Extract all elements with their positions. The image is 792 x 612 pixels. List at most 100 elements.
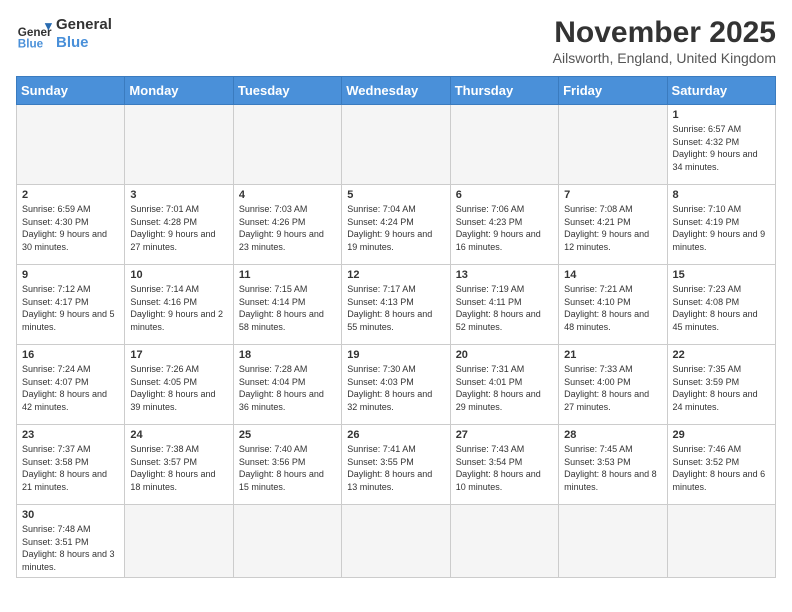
day-number: 2: [22, 189, 119, 201]
day-info: Sunrise: 7:46 AMSunset: 3:52 PMDaylight:…: [673, 443, 770, 493]
day-number: 1: [673, 109, 770, 121]
calendar-cell: 24 Sunrise: 7:38 AMSunset: 3:57 PMDayligh…: [125, 425, 233, 505]
month-title: November 2025: [553, 16, 776, 50]
day-number: 24: [130, 429, 227, 441]
day-info: Sunrise: 7:33 AMSunset: 4:00 PMDaylight:…: [564, 363, 661, 413]
calendar-cell: 13 Sunrise: 7:19 AMSunset: 4:11 PMDayligh…: [450, 265, 558, 345]
calendar-cell: 7 Sunrise: 7:08 AMSunset: 4:21 PMDaylight…: [559, 185, 667, 265]
day-number: 27: [456, 429, 553, 441]
calendar-cell: 4 Sunrise: 7:03 AMSunset: 4:26 PMDaylight…: [233, 185, 341, 265]
calendar-cell: [559, 505, 667, 578]
day-number: 5: [347, 189, 444, 201]
day-number: 12: [347, 269, 444, 281]
calendar-cell: 5 Sunrise: 7:04 AMSunset: 4:24 PMDaylight…: [342, 185, 450, 265]
day-info: Sunrise: 7:28 AMSunset: 4:04 PMDaylight:…: [239, 363, 336, 413]
day-number: 4: [239, 189, 336, 201]
day-info: Sunrise: 7:14 AMSunset: 4:16 PMDaylight:…: [130, 283, 227, 333]
calendar-cell: [125, 105, 233, 185]
calendar-cell: 26Sunrise: 7:41 AMSunset: 3:55 PMDayligh…: [342, 425, 450, 505]
day-number: 15: [673, 269, 770, 281]
calendar-cell: 20 Sunrise: 7:31 AMSunset: 4:01 PMDayligh…: [450, 345, 558, 425]
logo-icon: General Blue: [16, 16, 52, 52]
calendar-cell: 2 Sunrise: 6:59 AMSunset: 4:30 PMDaylight…: [17, 185, 125, 265]
calendar-cell: [17, 105, 125, 185]
calendar-cell: 25 Sunrise: 7:40 AMSunset: 3:56 PMDayligh…: [233, 425, 341, 505]
day-number: 6: [456, 189, 553, 201]
calendar-cell: [559, 105, 667, 185]
day-number: 20: [456, 349, 553, 361]
day-info: Sunrise: 6:59 AMSunset: 4:30 PMDaylight:…: [22, 203, 119, 253]
calendar-week-2: 9 Sunrise: 7:12 AMSunset: 4:17 PMDaylight…: [17, 265, 776, 345]
calendar-cell: 28 Sunrise: 7:45 AMSunset: 3:53 PMDayligh…: [559, 425, 667, 505]
calendar-cell: 30Sunrise: 7:48 AMSunset: 3:51 PMDayligh…: [17, 505, 125, 578]
day-number: 25: [239, 429, 336, 441]
day-info: Sunrise: 7:40 AMSunset: 3:56 PMDaylight:…: [239, 443, 336, 493]
calendar-week-5: 30Sunrise: 7:48 AMSunset: 3:51 PMDayligh…: [17, 505, 776, 578]
calendar-week-3: 16Sunrise: 7:24 AMSunset: 4:07 PMDayligh…: [17, 345, 776, 425]
day-info: Sunrise: 7:41 AMSunset: 3:55 PMDaylight:…: [347, 443, 444, 493]
header-row: Sunday Monday Tuesday Wednesday Thursday…: [17, 77, 776, 105]
calendar-cell: 15 Sunrise: 7:23 AMSunset: 4:08 PMDayligh…: [667, 265, 775, 345]
calendar-cell: 3 Sunrise: 7:01 AMSunset: 4:28 PMDaylight…: [125, 185, 233, 265]
calendar-cell: 17Sunrise: 7:26 AMSunset: 4:05 PMDayligh…: [125, 345, 233, 425]
day-info: Sunrise: 7:23 AMSunset: 4:08 PMDaylight:…: [673, 283, 770, 333]
day-number: 17: [130, 349, 227, 361]
day-info: Sunrise: 7:19 AMSunset: 4:11 PMDaylight:…: [456, 283, 553, 333]
logo-blue: Blue: [56, 34, 112, 52]
day-number: 14: [564, 269, 661, 281]
day-number: 3: [130, 189, 227, 201]
day-info: Sunrise: 7:21 AMSunset: 4:10 PMDaylight:…: [564, 283, 661, 333]
calendar-week-4: 23Sunrise: 7:37 AMSunset: 3:58 PMDayligh…: [17, 425, 776, 505]
logo-general: General: [56, 16, 112, 34]
calendar-cell: 19Sunrise: 7:30 AMSunset: 4:03 PMDayligh…: [342, 345, 450, 425]
day-info: Sunrise: 7:04 AMSunset: 4:24 PMDaylight:…: [347, 203, 444, 253]
calendar-cell: 29 Sunrise: 7:46 AMSunset: 3:52 PMDayligh…: [667, 425, 775, 505]
day-info: Sunrise: 7:35 AMSunset: 3:59 PMDaylight:…: [673, 363, 770, 413]
day-number: 28: [564, 429, 661, 441]
calendar-cell: 1 Sunrise: 6:57 AMSunset: 4:32 PMDaylight…: [667, 105, 775, 185]
calendar-cell: 11Sunrise: 7:15 AMSunset: 4:14 PMDayligh…: [233, 265, 341, 345]
day-info: Sunrise: 7:06 AMSunset: 4:23 PMDaylight:…: [456, 203, 553, 253]
calendar-week-1: 2 Sunrise: 6:59 AMSunset: 4:30 PMDaylight…: [17, 185, 776, 265]
day-number: 30: [22, 509, 119, 521]
day-number: 13: [456, 269, 553, 281]
day-info: Sunrise: 7:24 AMSunset: 4:07 PMDaylight:…: [22, 363, 119, 413]
calendar-cell: 21 Sunrise: 7:33 AMSunset: 4:00 PMDayligh…: [559, 345, 667, 425]
day-number: 9: [22, 269, 119, 281]
day-info: Sunrise: 7:31 AMSunset: 4:01 PMDaylight:…: [456, 363, 553, 413]
day-info: Sunrise: 7:30 AMSunset: 4:03 PMDaylight:…: [347, 363, 444, 413]
day-info: Sunrise: 7:12 AMSunset: 4:17 PMDaylight:…: [22, 283, 119, 333]
calendar-cell: [342, 505, 450, 578]
calendar-cell: [667, 505, 775, 578]
col-wednesday: Wednesday: [342, 77, 450, 105]
calendar-cell: 8Sunrise: 7:10 AMSunset: 4:19 PMDaylight…: [667, 185, 775, 265]
calendar-cell: 6 Sunrise: 7:06 AMSunset: 4:23 PMDaylight…: [450, 185, 558, 265]
page-header: General Blue General Blue November 2025 …: [16, 16, 776, 66]
calendar-week-0: 1 Sunrise: 6:57 AMSunset: 4:32 PMDaylight…: [17, 105, 776, 185]
day-number: 22: [673, 349, 770, 361]
calendar-cell: [450, 505, 558, 578]
title-area: November 2025 Ailsworth, England, United…: [553, 16, 776, 66]
calendar-cell: 14 Sunrise: 7:21 AMSunset: 4:10 PMDayligh…: [559, 265, 667, 345]
day-number: 21: [564, 349, 661, 361]
calendar-cell: [125, 505, 233, 578]
calendar-cell: [233, 105, 341, 185]
day-info: Sunrise: 6:57 AMSunset: 4:32 PMDaylight:…: [673, 123, 770, 173]
day-number: 10: [130, 269, 227, 281]
day-number: 7: [564, 189, 661, 201]
calendar-cell: 16Sunrise: 7:24 AMSunset: 4:07 PMDayligh…: [17, 345, 125, 425]
calendar-cell: 27Sunrise: 7:43 AMSunset: 3:54 PMDayligh…: [450, 425, 558, 505]
day-info: Sunrise: 7:38 AMSunset: 3:57 PMDaylight:…: [130, 443, 227, 493]
col-friday: Friday: [559, 77, 667, 105]
col-monday: Monday: [125, 77, 233, 105]
col-tuesday: Tuesday: [233, 77, 341, 105]
day-info: Sunrise: 7:01 AMSunset: 4:28 PMDaylight:…: [130, 203, 227, 253]
day-info: Sunrise: 7:03 AMSunset: 4:26 PMDaylight:…: [239, 203, 336, 253]
day-number: 29: [673, 429, 770, 441]
day-info: Sunrise: 7:45 AMSunset: 3:53 PMDaylight:…: [564, 443, 661, 493]
day-number: 11: [239, 269, 336, 281]
day-info: Sunrise: 7:37 AMSunset: 3:58 PMDaylight:…: [22, 443, 119, 493]
calendar-cell: 23Sunrise: 7:37 AMSunset: 3:58 PMDayligh…: [17, 425, 125, 505]
day-info: Sunrise: 7:08 AMSunset: 4:21 PMDaylight:…: [564, 203, 661, 253]
calendar-cell: 10 Sunrise: 7:14 AMSunset: 4:16 PMDayligh…: [125, 265, 233, 345]
